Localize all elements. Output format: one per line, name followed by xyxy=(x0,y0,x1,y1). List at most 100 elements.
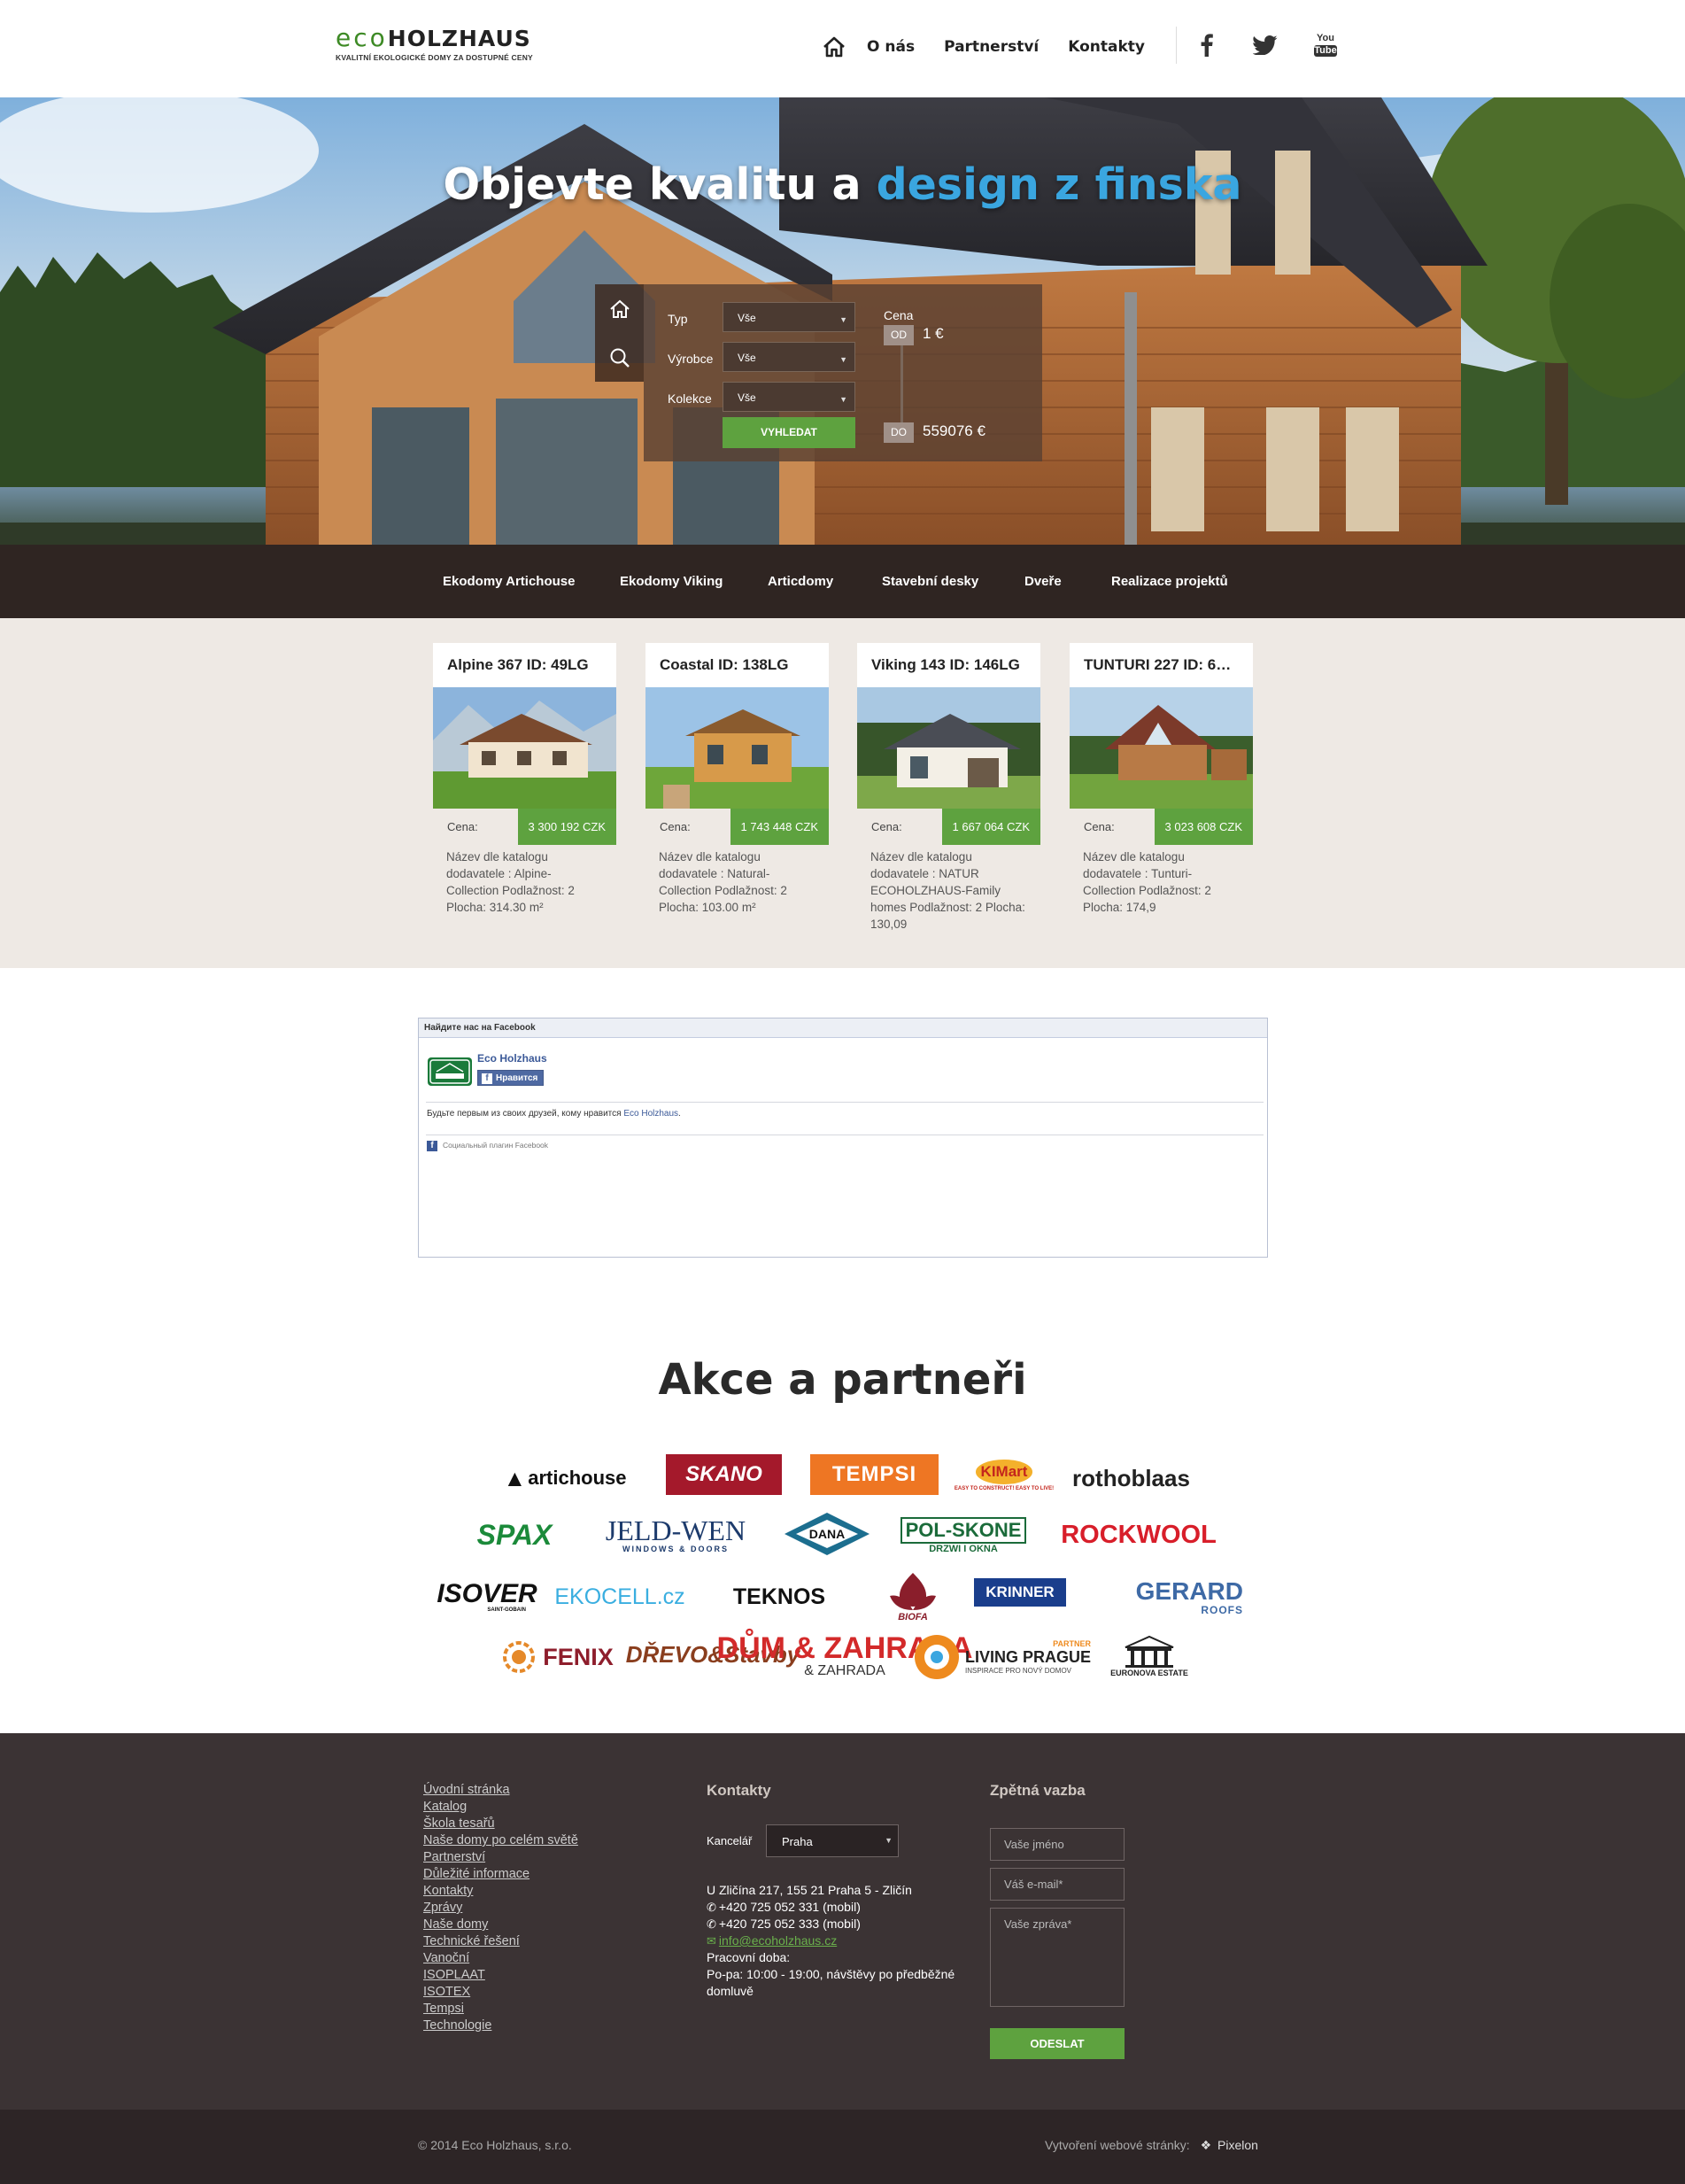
partner-logo-dana[interactable]: DANA xyxy=(783,1511,871,1557)
facebook-plugin-note[interactable]: f Социальный плагин Facebook xyxy=(427,1141,548,1151)
category-ekodomy-viking[interactable]: Ekodomy Viking xyxy=(620,545,723,618)
footer-link-vanocni[interactable]: Vanoční xyxy=(423,1950,578,1967)
logo-holzhaus: HOLZHAUS xyxy=(387,26,531,51)
footer-link-kontakty[interactable]: Kontakty xyxy=(423,1883,578,1900)
nav-o-nas[interactable]: O nás xyxy=(867,38,915,56)
collection-select[interactable]: Vše ▼ xyxy=(723,382,855,412)
email-input[interactable]: Váš e-mail* xyxy=(990,1868,1125,1901)
partner-logo-rothoblaas[interactable]: rothoblaas xyxy=(1071,1458,1191,1499)
eco-holzhaus-page-logo[interactable] xyxy=(428,1057,472,1086)
category-ekodomy-artichouse[interactable]: Ekodomy Artichouse xyxy=(443,545,575,618)
footer-link-zpravy[interactable]: Zprávy xyxy=(423,1900,578,1917)
pixelon-icon: ❖ xyxy=(1200,2138,1212,2152)
facebook-page-name[interactable]: Eco Holzhaus xyxy=(477,1052,547,1065)
product-title[interactable]: Coastal ID: 138LG xyxy=(645,643,829,687)
phone-icon: ✆ xyxy=(707,1901,716,1914)
category-stavebni-desky[interactable]: Stavební desky xyxy=(882,545,978,618)
price-from-handle[interactable]: OD xyxy=(884,325,914,345)
footer-link-isotex[interactable]: ISOTEX xyxy=(423,1984,578,2001)
phone-1[interactable]: ✆ +420 725 052 331 (mobil) xyxy=(707,1899,861,1916)
price-label: Cena xyxy=(884,308,914,322)
price-range-slider[interactable] xyxy=(900,336,903,433)
biofa-leaf-icon xyxy=(890,1573,936,1610)
product-title[interactable]: TUNTURI 227 ID: 6… xyxy=(1070,643,1253,687)
type-select[interactable]: Vše ▼ xyxy=(723,302,855,332)
product-image[interactable] xyxy=(857,687,1040,809)
partner-logo-isover[interactable]: ISOVER SAINT-GOBAIN xyxy=(437,1576,537,1617)
search-tab-search[interactable] xyxy=(595,333,644,382)
partner-logo-gerard[interactable]: GERARD ROOFS xyxy=(1093,1575,1243,1621)
partner-logo-rockwool[interactable]: ROCKWOOL xyxy=(1060,1514,1217,1555)
credit-name: Pixelon xyxy=(1217,2138,1258,2152)
search-tab-home[interactable] xyxy=(595,284,644,333)
footer-link-tempsi[interactable]: Tempsi xyxy=(423,2001,578,2017)
product-card[interactable]: Viking 143 ID: 146LG Cena: 1 667 064 CZK … xyxy=(857,643,1040,931)
footer-link-technologie[interactable]: Technologie xyxy=(423,2017,578,2034)
search-icon xyxy=(610,348,630,368)
partner-logo-krinner[interactable]: KRINNER xyxy=(974,1578,1066,1607)
facebook-like-button[interactable]: f Нравится xyxy=(477,1070,545,1086)
partner-logo-jeldwen[interactable]: JELD-WEN WINDOWS & DOORS xyxy=(600,1513,751,1557)
partner-logo-spax[interactable]: SPAX xyxy=(460,1514,568,1555)
hours-title: Pracovní doba: xyxy=(707,1950,791,1964)
partner-name: DANA xyxy=(809,1527,845,1541)
home-icon[interactable] xyxy=(819,32,849,62)
category-dvere[interactable]: Dveře xyxy=(1024,545,1062,618)
partner-logo-euronova-estate[interactable]: EURONOVA ESTATE xyxy=(1110,1628,1188,1684)
artichouse-icon: ▲ xyxy=(503,1464,527,1491)
product-card[interactable]: Coastal ID: 138LG Cena: 1 743 448 CZK Náz… xyxy=(645,643,829,914)
partner-logo-kimart[interactable]: KIMart EASY TO CONSTRUCT! EASY TO LIVE! xyxy=(955,1449,1054,1502)
search-button[interactable]: VYHLEDAT xyxy=(723,417,855,448)
footer-link-isoplaat[interactable]: ISOPLAAT xyxy=(423,1967,578,1984)
price-to-handle[interactable]: DO xyxy=(884,422,914,443)
partner-logo-tempsi[interactable]: TEMPSI xyxy=(810,1454,939,1495)
office-select[interactable]: Praha ▼ xyxy=(766,1824,899,1857)
footer-link-uvodni-stranka[interactable]: Úvodní stránka xyxy=(423,1782,578,1799)
product-card[interactable]: TUNTURI 227 ID: 6… Cena: 3 023 608 CZK Ná… xyxy=(1070,643,1253,914)
email-link[interactable]: ✉ info@ecoholzhaus.cz xyxy=(707,1932,837,1949)
youtube-icon[interactable]: You Tube xyxy=(1310,30,1341,60)
manufacturer-select[interactable]: Vše ▼ xyxy=(723,342,855,372)
name-input[interactable]: Vaše jméno xyxy=(990,1828,1125,1861)
price-badge: 1 667 064 CZK xyxy=(941,809,1040,845)
facebook-text-link[interactable]: Eco Holzhaus xyxy=(623,1109,678,1119)
nav-kontakty[interactable]: Kontakty xyxy=(1068,38,1145,56)
partner-logo-fenix[interactable]: FENIX xyxy=(496,1637,620,1677)
hero-banner: Objevte kvalitu a design z finska Typ Vš… xyxy=(0,97,1685,545)
footer-link-nase-domy-svet[interactable]: Naše domy po celém světě xyxy=(423,1832,578,1849)
partner-logo-artichouse[interactable]: ▲ artichouse xyxy=(490,1458,640,1499)
footer-link-dulezite-informace[interactable]: Důležité informace xyxy=(423,1866,578,1883)
partner-logo-polskone[interactable]: POL-SKONE DRZWI I OKNA xyxy=(900,1513,1027,1559)
send-feedback-button[interactable]: ODESLAT xyxy=(990,2028,1125,2059)
email-icon: ✉ xyxy=(707,1934,716,1948)
partner-logo-teknos[interactable]: TEKNOS xyxy=(717,1576,841,1617)
product-image[interactable] xyxy=(645,687,829,809)
product-card[interactable]: Alpine 367 ID: 49LG Cena: 3 300 192 CZK N… xyxy=(433,643,616,914)
partner-logo-skano[interactable]: SKANO xyxy=(666,1454,782,1495)
site-logo[interactable]: ecoHOLZHAUS KVALITNÍ EKOLOGICKÉ DOMY ZA … xyxy=(336,25,548,65)
facebook-icon[interactable] xyxy=(1192,30,1222,60)
product-image[interactable] xyxy=(1070,687,1253,809)
footer-link-nase-domy[interactable]: Naše domy xyxy=(423,1917,578,1933)
footer-link-katalog[interactable]: Katalog xyxy=(423,1799,578,1816)
credit[interactable]: Vytvoření webové stránky: ❖ Pixelon xyxy=(1045,2138,1258,2153)
footer-link-technicke-reseni[interactable]: Technické řešení xyxy=(423,1933,578,1950)
partner-logo-biofa[interactable]: BIOFA xyxy=(877,1568,949,1626)
phone-2[interactable]: ✆ +420 725 052 333 (mobil) xyxy=(707,1916,861,1932)
partner-logo-living-prague[interactable]: PARTNER LIVING PRAGUE INSPIRACE PRO NOVÝ… xyxy=(914,1633,1091,1681)
nav-partnerstvi[interactable]: Partnerství xyxy=(944,38,1039,56)
category-realizace-projektu[interactable]: Realizace projektů xyxy=(1111,545,1228,618)
message-textarea[interactable]: Vaše zpráva* xyxy=(990,1908,1125,2007)
twitter-icon[interactable] xyxy=(1250,30,1280,60)
footer-link-skola-tesaru[interactable]: Škola tesařů xyxy=(423,1816,578,1832)
facebook-icon: f xyxy=(427,1141,437,1151)
product-title[interactable]: Alpine 367 ID: 49LG xyxy=(433,643,616,687)
partner-logo-dum-zahrada[interactable]: DŮM & ZAHRADA & ZAHRADA xyxy=(717,1630,973,1683)
category-articdomy[interactable]: Articdomy xyxy=(768,545,833,618)
top-navigation: O nás Partnerství Kontakty xyxy=(819,32,1174,62)
product-image[interactable] xyxy=(433,687,616,809)
product-title[interactable]: Viking 143 ID: 146LG xyxy=(857,643,1040,687)
footer-link-partnerstvi[interactable]: Partnerství xyxy=(423,1849,578,1866)
partner-logo-ekocell[interactable]: EKOCELL.cz xyxy=(554,1576,684,1617)
partner-name: artichouse xyxy=(528,1467,627,1489)
